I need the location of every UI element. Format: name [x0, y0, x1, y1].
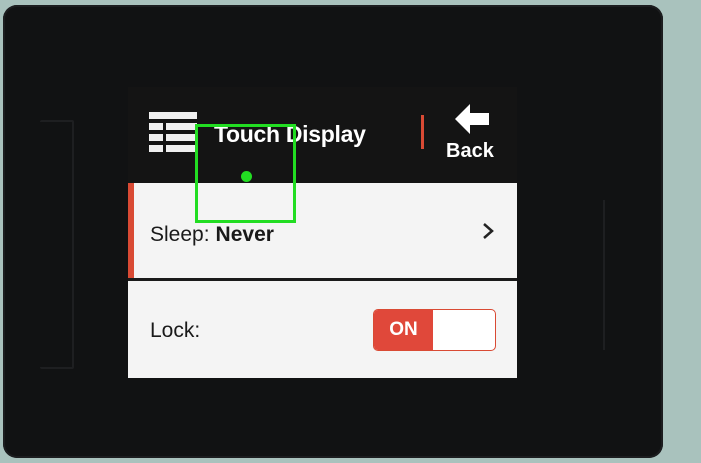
device-side-slot	[40, 120, 74, 369]
lock-label: Lock:	[150, 319, 201, 342]
touch-screen: Touch Display Back Sleep: Never Lock: ON	[128, 87, 517, 378]
selected-row-indicator	[128, 183, 134, 278]
back-button[interactable]: Back	[443, 102, 503, 166]
sleep-label-text: Sleep:	[150, 223, 210, 246]
screen-header: Touch Display Back	[128, 87, 517, 183]
lock-toggle[interactable]: ON	[373, 309, 496, 351]
sleep-setting-row[interactable]: Sleep: Never	[128, 183, 517, 278]
back-arrow-icon	[455, 104, 489, 134]
device-side-edge	[603, 200, 623, 350]
menu-grid-icon[interactable]	[149, 112, 197, 152]
sleep-label: Sleep: Never	[150, 223, 274, 247]
chevron-right-icon	[483, 223, 494, 239]
sleep-value: Never	[215, 223, 274, 246]
back-label: Back	[446, 140, 494, 162]
header-divider	[421, 115, 424, 149]
lock-setting-row: Lock: ON	[128, 281, 517, 378]
page-title: Touch Display	[214, 121, 366, 147]
toggle-on-label: ON	[374, 310, 433, 350]
